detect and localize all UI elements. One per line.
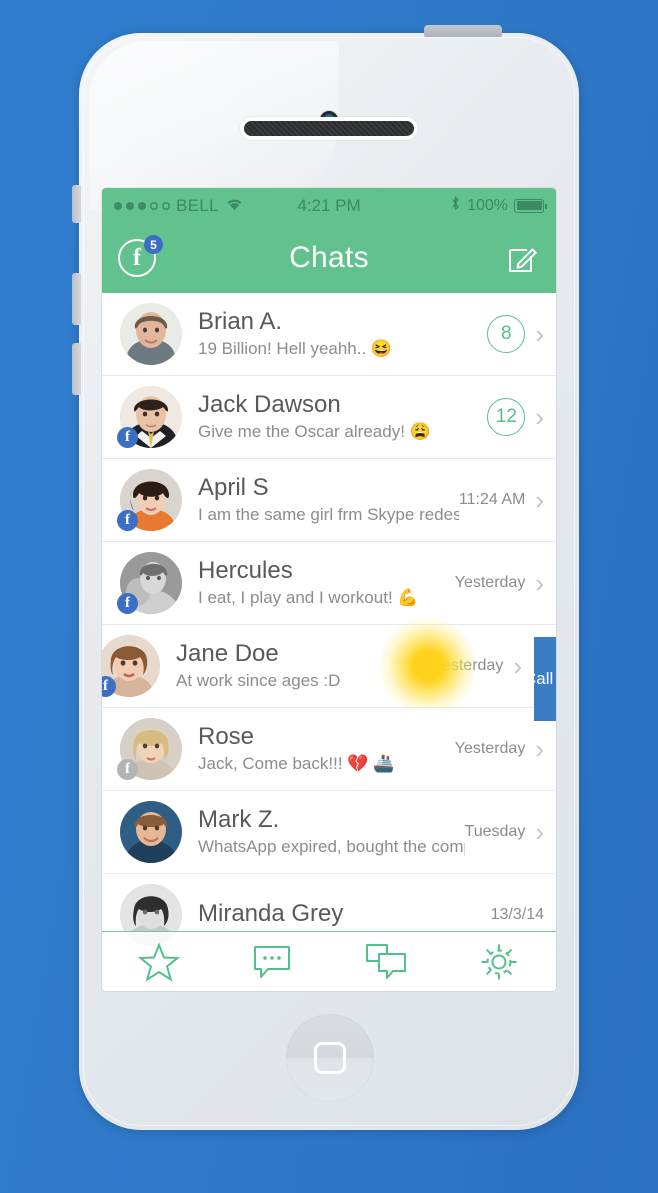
earpiece-speaker: [244, 121, 414, 136]
table-row-swiped[interactable]: f Jane Doe At work since ages :D Yesterd…: [102, 618, 534, 714]
tab-settings[interactable]: [443, 941, 557, 983]
avatar: [120, 303, 182, 365]
table-row[interactable]: f April S I am the same girl frm Skype r…: [102, 459, 556, 542]
status-bar-right: 100%: [450, 195, 547, 217]
nav-bar: f 5 Chats: [102, 223, 556, 293]
volume-down-button[interactable]: [72, 343, 81, 395]
contact-name: Miranda Grey: [198, 900, 344, 928]
row-meta: 12 ›: [487, 398, 556, 436]
timestamp: Tuesday: [464, 823, 526, 840]
home-button[interactable]: [286, 1014, 374, 1102]
bluetooth-icon: [450, 195, 461, 217]
contact-name: Brian A.: [198, 308, 283, 336]
row-text: Miranda Grey: [182, 900, 491, 930]
chevron-right-icon: ›: [535, 485, 544, 515]
table-row[interactable]: Brian A. 19 Billion! Hell yeahh.. 😆 8 ›: [102, 293, 556, 376]
facebook-badge-icon: f: [117, 759, 138, 780]
contact-name: Rose: [198, 723, 255, 751]
table-row[interactable]: f Hercules I eat, I play and I workout! …: [102, 542, 556, 625]
chats-bubbles-icon: [365, 943, 406, 979]
row-meta: Yesterday ›: [455, 570, 556, 596]
page-title: Chats: [289, 241, 369, 274]
gear-icon: [481, 944, 517, 979]
last-message: At work since ages :D: [176, 670, 341, 690]
chevron-right-icon: ›: [535, 568, 544, 598]
star-icon: [137, 941, 180, 982]
avatar: f: [117, 469, 182, 531]
row-text: Hercules I eat, I play and I workout! 💪: [182, 557, 455, 609]
timestamp: Yesterday: [432, 657, 504, 674]
tab-chats[interactable]: [329, 943, 443, 981]
avatar: [120, 801, 182, 863]
contact-name: April S: [198, 474, 269, 502]
contact-name: Mark Z.: [198, 806, 280, 834]
compose-icon: [509, 248, 537, 272]
power-button[interactable]: [424, 25, 502, 37]
swipe-action-call-button[interactable]: Call: [534, 637, 556, 721]
facebook-badge-icon: f: [117, 593, 138, 614]
tab-bar: [102, 931, 556, 991]
tab-favorites[interactable]: [102, 941, 216, 982]
row-meta: 13/3/14: [491, 906, 556, 924]
row-text: Jack Dawson Give me the Oscar already! 😩: [182, 391, 487, 443]
row-meta: Yesterday ›: [433, 653, 534, 679]
avatar: f: [117, 552, 182, 614]
last-message: WhatsApp expired, bought the company: [198, 836, 465, 856]
table-row[interactable]: f Jack Dawson Give me the Oscar already!…: [102, 376, 556, 459]
message-bubble-icon: [254, 945, 291, 978]
timestamp: Yesterday: [454, 740, 526, 757]
compose-button[interactable]: [506, 241, 540, 275]
timestamp: 13/3/14: [490, 906, 544, 923]
last-message: I am the same girl frm Skype redesign!: [198, 504, 459, 524]
last-message: Give me the Oscar already! 😩: [198, 421, 431, 441]
contact-name: Jack Dawson: [198, 391, 341, 419]
chevron-right-icon: ›: [535, 319, 544, 349]
row-meta: 11:24 AM ›: [459, 487, 556, 513]
row-text: Brian A. 19 Billion! Hell yeahh.. 😆: [182, 308, 487, 360]
unread-badge: 8: [487, 315, 526, 353]
row-text: Rose Jack, Come back!!! 💔 🚢: [182, 723, 455, 775]
last-message: I eat, I play and I workout! 💪: [198, 587, 419, 607]
avatar: f: [117, 386, 182, 448]
row-text: April S I am the same girl frm Skype red…: [182, 474, 459, 526]
chevron-right-icon: ›: [535, 734, 544, 764]
avatar: f: [102, 635, 160, 697]
last-message: 19 Billion! Hell yeahh.. 😆: [198, 338, 393, 358]
phone-screen: BELL 4:21 PM 100% f 5 Chats Brian A. 19 …: [102, 188, 556, 991]
avatar: f: [117, 718, 182, 780]
silent-switch[interactable]: [72, 185, 81, 223]
tab-recents[interactable]: [216, 944, 330, 980]
facebook-badge-icon: f: [117, 427, 138, 448]
timestamp: Yesterday: [454, 574, 526, 591]
chevron-right-icon: ›: [513, 651, 522, 681]
battery-percent-label: 100%: [467, 196, 508, 214]
row-text: Jane Doe At work since ages :D: [160, 640, 433, 692]
swipe-action-label: Call: [534, 669, 554, 688]
status-bar: BELL 4:21 PM 100%: [102, 188, 556, 223]
chat-list[interactable]: Brian A. 19 Billion! Hell yeahh.. 😆 8 ›: [102, 293, 556, 957]
contact-name: Hercules: [198, 557, 293, 585]
contact-name: Jane Doe: [176, 640, 279, 668]
timestamp: 11:24 AM: [458, 491, 526, 508]
volume-up-button[interactable]: [72, 273, 81, 325]
row-meta: Tuesday ›: [465, 819, 556, 845]
row-meta: Yesterday ›: [455, 736, 556, 762]
home-square-icon: [314, 1042, 346, 1074]
facebook-badge-icon: f: [117, 510, 138, 531]
table-row[interactable]: Mark Z. WhatsApp expired, bought the com…: [102, 791, 556, 874]
row-meta: 8 ›: [487, 315, 556, 353]
facebook-notification-badge: 5: [144, 235, 163, 254]
row-text: Mark Z. WhatsApp expired, bought the com…: [182, 806, 465, 858]
chevron-right-icon: ›: [535, 817, 544, 847]
facebook-connect-button[interactable]: f 5: [118, 235, 163, 277]
battery-icon: [514, 198, 547, 213]
table-row[interactable]: f Rose Jack, Come back!!! 💔 🚢 Yesterday …: [102, 708, 556, 791]
smartphone-device: BELL 4:21 PM 100% f 5 Chats Brian A. 19 …: [72, 25, 579, 1130]
last-message: Jack, Come back!!! 💔 🚢: [198, 753, 395, 773]
chevron-right-icon: ›: [535, 402, 544, 432]
unread-badge: 12: [487, 398, 526, 436]
